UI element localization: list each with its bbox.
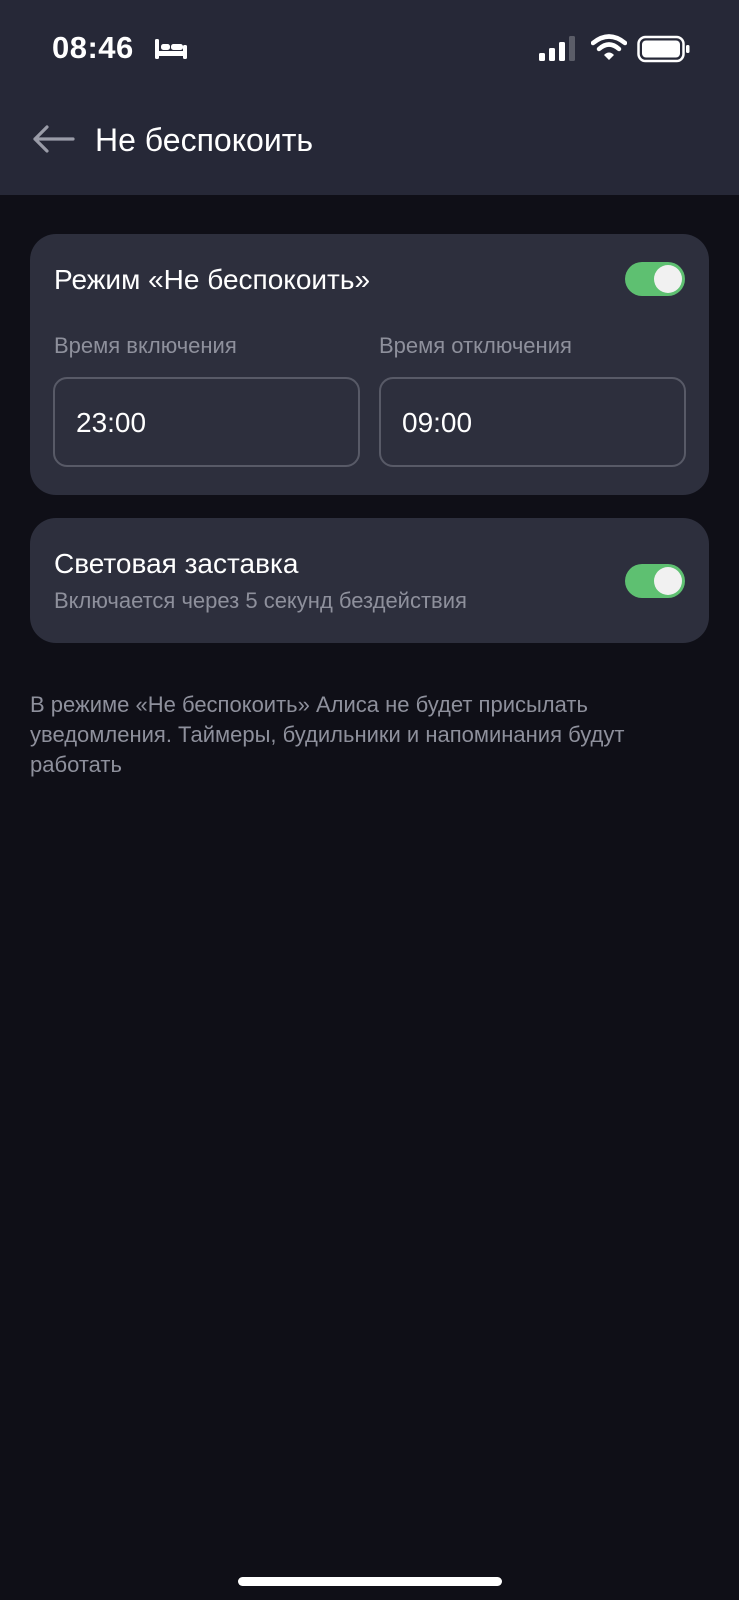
back-button[interactable] — [28, 114, 78, 164]
toggle-knob — [654, 265, 682, 293]
end-time-label: Время отключения — [379, 333, 572, 358]
battery-icon — [637, 35, 690, 63]
screensaver-toggle[interactable] — [625, 564, 685, 598]
status-time: 08:46 — [52, 30, 134, 65]
screensaver-card: Световая заставка Включается через 5 сек… — [30, 518, 709, 643]
start-time-field[interactable]: 23:00 — [53, 377, 360, 467]
dnd-toggle[interactable] — [625, 262, 685, 296]
end-time-value: 09:00 — [402, 407, 473, 438]
signal-icon — [539, 36, 575, 61]
status-bar: 08:46 — [0, 0, 739, 88]
dnd-title: Режим «Не беспокоить» — [54, 264, 371, 295]
start-time-label: Время включения — [54, 333, 237, 358]
end-time-field[interactable]: 09:00 — [379, 377, 686, 467]
wifi-icon — [591, 34, 627, 60]
bed-icon — [155, 39, 187, 59]
arrow-left-icon — [33, 125, 75, 153]
start-time-value: 23:00 — [76, 407, 147, 438]
home-indicator[interactable] — [238, 1577, 502, 1586]
toggle-knob — [654, 567, 682, 595]
header: Не беспокоить — [0, 88, 739, 195]
page-title: Не беспокоить — [95, 122, 314, 158]
screen: 08:46 Не беспокоить Режим «Не беспокоить… — [0, 0, 739, 1600]
screensaver-title: Световая заставка — [54, 548, 299, 579]
screensaver-subtitle: Включается через 5 секунд бездействия — [54, 588, 467, 613]
info-text: В режиме «Не беспокоить» Алиса не будет … — [30, 692, 625, 777]
dnd-card: Режим «Не беспокоить» Время включения Вр… — [30, 234, 709, 495]
